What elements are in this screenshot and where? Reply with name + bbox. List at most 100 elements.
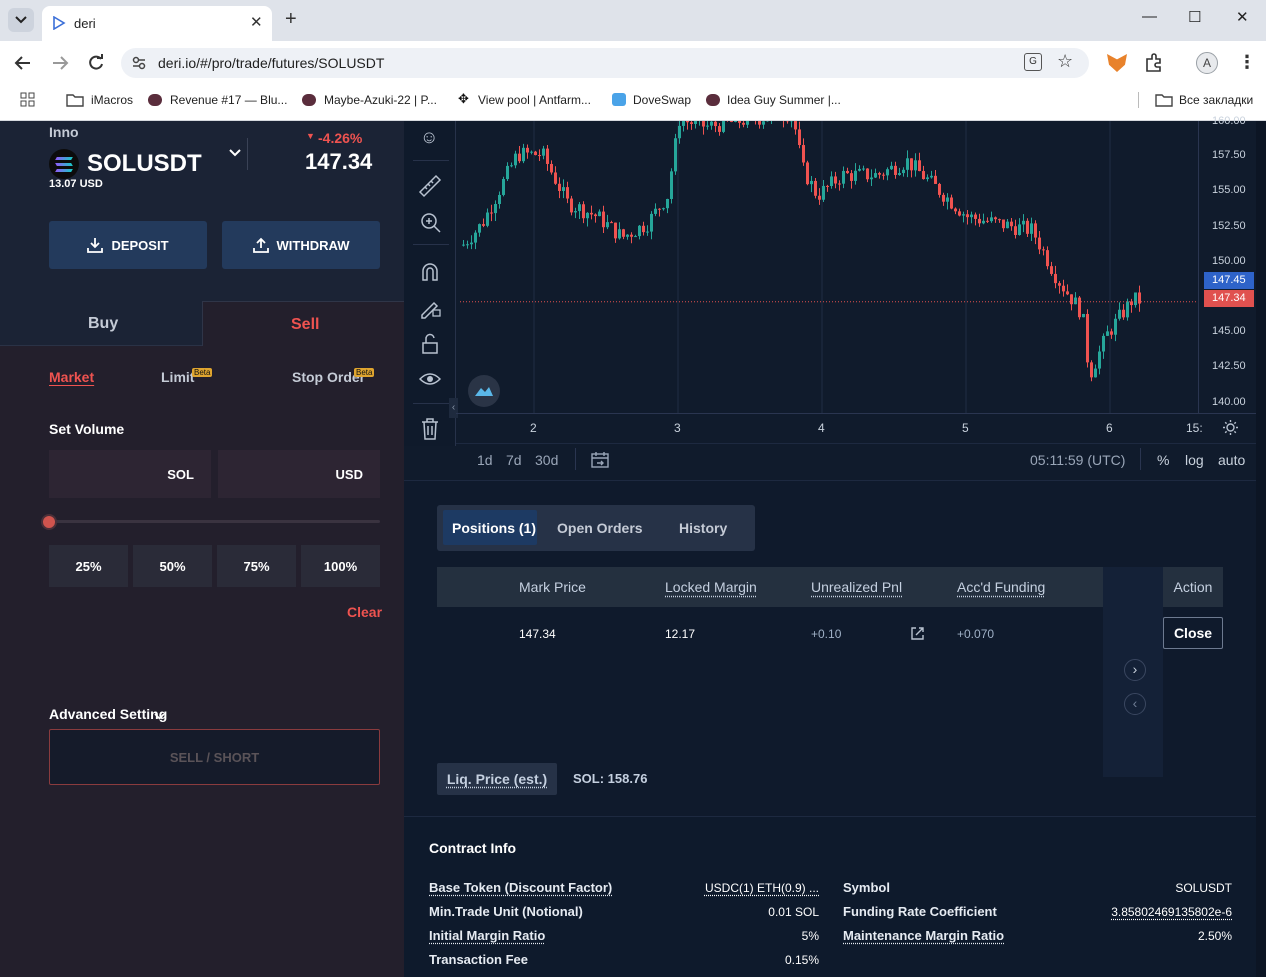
candle-body [526, 147, 529, 153]
emoji-icon[interactable]: ☺ [420, 127, 438, 148]
scroll-left-button[interactable]: ‹ [1124, 693, 1146, 715]
price-tick: 152.50 [1212, 220, 1246, 232]
clear-button[interactable]: Clear [347, 604, 382, 620]
tab-buy[interactable]: Buy [0, 301, 202, 346]
advanced-setting-toggle[interactable]: Advanced Setting [49, 706, 167, 722]
volume-usd-input[interactable]: USD [218, 450, 380, 498]
apps-grid-icon[interactable] [20, 92, 35, 107]
withdraw-button[interactable]: WITHDRAW [222, 221, 380, 269]
scroll-right-button[interactable]: › [1124, 659, 1146, 681]
range-1d[interactable]: 1d [477, 452, 493, 468]
translate-icon[interactable]: G [1024, 53, 1042, 71]
candle-body [846, 170, 849, 174]
bookmark-antfarm[interactable]: View pool | Antfarm... [478, 93, 591, 107]
funding-rate-coef-value[interactable]: 3.85802469135802e-6 [1111, 905, 1232, 919]
trash-icon[interactable] [421, 418, 439, 440]
volume-slider-track[interactable] [49, 520, 380, 523]
volume-slider-handle[interactable] [41, 514, 57, 530]
ruler-icon[interactable] [418, 174, 442, 198]
bookmark-star-icon[interactable]: ☆ [1057, 51, 1073, 72]
percent-100-button[interactable]: 100% [301, 545, 380, 587]
range-7d[interactable]: 7d [506, 452, 522, 468]
tab-history[interactable]: History [679, 520, 727, 536]
tab-open-orders[interactable]: Open Orders [557, 520, 643, 536]
symbol-title[interactable]: SOLUSDT [87, 150, 202, 178]
percent-25-button[interactable]: 25% [49, 545, 128, 587]
usd-unit: USD [335, 467, 363, 482]
col-unrealized-pnl[interactable]: Unrealized Pnl [811, 579, 902, 595]
candle-body [734, 121, 737, 122]
eye-icon[interactable] [419, 371, 441, 387]
profile-avatar[interactable]: A [1196, 52, 1218, 74]
tab-sell[interactable]: Sell [202, 301, 404, 346]
action-header-label: Action [1173, 579, 1213, 595]
bookmark-azuki[interactable]: Maybe-Azuki-22 | P... [324, 93, 437, 107]
page-scrollbar[interactable] [1256, 121, 1266, 977]
candle-body [1010, 221, 1013, 227]
base-token-value[interactable]: USDC(1) ETH(0.9) ... [705, 881, 819, 895]
browser-tab[interactable]: deri ✕ [42, 6, 272, 41]
unlock-icon[interactable] [421, 333, 439, 355]
reload-icon[interactable] [87, 54, 105, 72]
tab-buy-label: Buy [88, 315, 119, 332]
pencil-lock-icon[interactable] [420, 297, 442, 319]
time-tick: 15: [1186, 421, 1203, 435]
candle-body [626, 234, 629, 237]
minimize-button[interactable]: — [1142, 8, 1157, 25]
sell-short-button[interactable]: SELL / SHORT [49, 729, 380, 785]
chart-settings-gear-icon[interactable] [1222, 419, 1239, 436]
bookmark-doveswap[interactable]: DoveSwap [633, 93, 691, 107]
new-tab-button[interactable]: + [285, 8, 297, 31]
liq-price-value: SOL: 158.76 [573, 771, 648, 786]
site-info-icon[interactable] [132, 56, 146, 70]
date-range-icon[interactable] [591, 451, 609, 469]
range-30d[interactable]: 30d [535, 452, 558, 468]
order-type-limit[interactable]: Limit [161, 369, 194, 385]
candle-body [906, 158, 909, 170]
candle-body [1014, 226, 1017, 235]
percent-50-button[interactable]: 50% [133, 545, 212, 587]
zoom-in-icon[interactable] [420, 212, 442, 234]
tradingview-logo-icon[interactable] [468, 375, 500, 407]
bookmark-revenue[interactable]: Revenue #17 — Blu... [170, 93, 287, 107]
chevron-down-icon[interactable] [229, 149, 241, 157]
all-bookmarks[interactable]: Все закладки [1179, 93, 1253, 107]
col-locked-margin[interactable]: Locked Margin [665, 579, 757, 595]
candle-body [962, 214, 965, 216]
candle-body [674, 138, 677, 172]
browser-menu-icon[interactable]: ⋮ [1238, 52, 1256, 73]
price-tick: 157.50 [1212, 149, 1246, 161]
contract-info-title: Contract Info [429, 840, 517, 856]
tab-search-button[interactable] [8, 8, 34, 32]
candle-body [994, 217, 997, 220]
percent-75-button[interactable]: 75% [217, 545, 296, 587]
order-type-market[interactable]: Market [49, 369, 94, 385]
log-scale-toggle[interactable]: log [1185, 452, 1204, 468]
back-icon[interactable] [14, 55, 32, 71]
magnet-icon[interactable] [420, 262, 440, 282]
folder-icon [1155, 94, 1173, 107]
maximize-button[interactable]: ☐ [1188, 8, 1201, 26]
candle-body [830, 176, 833, 187]
percent-scale-toggle[interactable]: % [1157, 452, 1169, 468]
candle-body [834, 176, 837, 184]
candle-body [1106, 331, 1109, 336]
withdraw-label: WITHDRAW [276, 237, 350, 253]
deposit-button[interactable]: DEPOSIT [49, 221, 207, 269]
close-position-button[interactable]: Close [1163, 617, 1223, 649]
extensions-icon[interactable] [1144, 53, 1164, 73]
volume-sol-input[interactable]: SOL [49, 450, 211, 498]
antfarm-favicon-icon: ✥ [458, 91, 469, 106]
close-tab-icon[interactable]: ✕ [250, 13, 263, 31]
share-external-icon[interactable] [910, 626, 925, 641]
candle-body [942, 194, 945, 202]
bookmark-idea-guy[interactable]: Idea Guy Summer |... [727, 93, 841, 107]
col-accd-funding[interactable]: Acc'd Funding [957, 579, 1045, 595]
candle-body [1002, 219, 1005, 229]
tab-positions[interactable]: Positions (1) [443, 510, 537, 545]
auto-scale-toggle[interactable]: auto [1218, 452, 1245, 468]
address-bar[interactable]: deri.io/#/pro/trade/futures/SOLUSDT G ☆ [121, 48, 1089, 78]
bookmark-imacros[interactable]: iMacros [91, 93, 133, 107]
forward-icon[interactable] [51, 55, 69, 71]
close-window-button[interactable]: ✕ [1236, 8, 1249, 26]
